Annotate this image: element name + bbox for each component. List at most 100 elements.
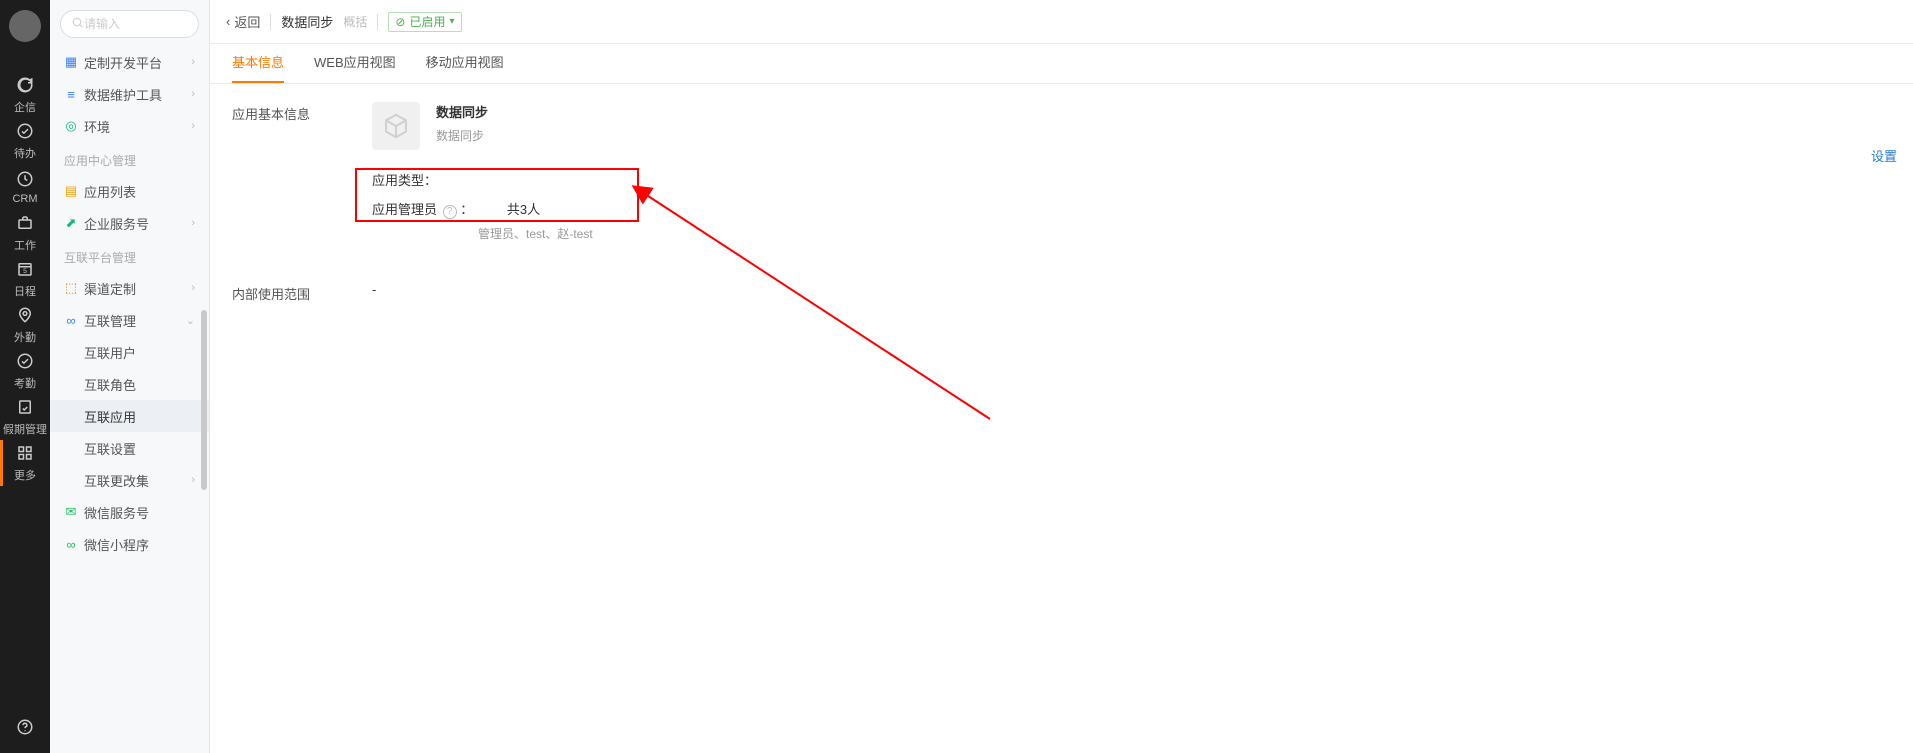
channel-icon: ⬚ [64,280,78,296]
divider [270,14,271,30]
rail-item-qixin[interactable]: 企信 [0,72,50,118]
left-rail: 企信 待办 CRM 工作 5 日程 [0,0,50,753]
help-button[interactable] [0,707,50,747]
sidebar-item-inter-changeset[interactable]: 互联更改集 › [50,464,209,496]
rail-item-gengduo[interactable]: 更多 [0,440,50,486]
row-internal-scope-label: 内部使用范围 [232,282,372,303]
topbar: ‹ 返回 数据同步 概括 ⊘ 已启用 ▾ [210,0,1913,44]
sidebar-item-app-list[interactable]: ▤ 应用列表 [50,175,209,207]
tab-label: 移动应用视图 [426,55,504,70]
colon: ： [460,202,473,217]
globe-icon: ◎ [64,118,78,134]
corp-icon: ⬈ [64,215,78,231]
sidebar: ▦ 定制开发平台 › ≡ 数据维护工具 › ◎ 环境 › 应用中心管理 ▤ 应用… [50,0,210,753]
rail-label: 外勤 [14,329,36,345]
sidebar-item-label: 微信服务号 [84,503,149,522]
rail-item-crm[interactable]: CRM [0,164,50,210]
scrollbar-thumb[interactable] [201,310,207,490]
row-admin-people: 管理员、test、赵-test [478,225,1891,242]
sidebar-item-channel[interactable]: ⬚ 渠道定制 › [50,272,209,304]
bars-icon: ≡ [64,87,78,102]
tab-mobile-view[interactable]: 移动应用视图 [426,52,504,83]
sidebar-group-title: 应用中心管理 [50,142,209,175]
sidebar-item-inter-role[interactable]: 互联角色 [50,368,209,400]
sidebar-group-title: 互联平台管理 [50,239,209,272]
sidebar-item-label: 互联用户 [84,343,136,362]
chat-icon [16,76,34,97]
row-admin-count: 共3人 [507,202,540,217]
avatar[interactable] [9,10,41,42]
page-subtitle: 概括 [343,13,367,30]
page-title: 数据同步 [281,12,333,31]
rail-item-daiban[interactable]: 待办 [0,118,50,164]
status-text: 已启用 [409,13,445,30]
search-input-wrapper[interactable] [60,10,199,38]
check-icon: ⊘ [395,15,405,29]
tab-web-view[interactable]: WEB应用视图 [314,52,396,83]
rail-item-waiqin[interactable]: 外勤 [0,302,50,348]
rail-label: CRM [12,193,37,205]
back-button[interactable]: ‹ 返回 [226,12,260,31]
help-icon[interactable]: ? [443,205,457,219]
wechat-icon: ∞ [64,537,78,552]
tabs: 基本信息 WEB应用视图 移动应用视图 [210,44,1913,84]
sidebar-item-label: 定制开发平台 [84,53,162,72]
sidebar-item-label: 互联应用 [84,407,136,426]
chevron-right-icon: › [191,282,195,294]
chevron-down-icon: ⌄ [186,314,195,327]
rail-label: 工作 [14,237,36,253]
app-card: 数据同步 数据同步 [372,102,1891,150]
vacation-icon [16,398,34,419]
sidebar-item-label: 渠道定制 [84,279,136,298]
clock-icon [16,170,34,191]
chevron-right-icon: › [191,56,195,68]
rail-label: 假期管理 [3,421,47,437]
settings-link[interactable]: 设置 [1871,146,1897,165]
row-app-type-label: 应用类型： [372,173,437,188]
sidebar-item-wechat-service[interactable]: ✉ 微信服务号 [50,496,209,528]
chevron-left-icon: ‹ [226,14,230,29]
tab-label: 基本信息 [232,55,284,70]
search-input[interactable] [84,17,188,31]
rail-item-kaoqin[interactable]: 考勤 [0,348,50,394]
rail-label: 日程 [14,283,36,299]
rail-item-jiaqi[interactable]: 假期管理 [0,394,50,440]
sidebar-item-label: 互联设置 [84,439,136,458]
chevron-down-icon: ▾ [449,16,454,27]
grid-icon: ▦ [64,54,78,70]
pin-icon [16,306,34,327]
sidebar-item-inter-settings[interactable]: 互联设置 [50,432,209,464]
sidebar-item-label: 微信小程序 [84,535,149,554]
row-admin-label: 应用管理员 [372,202,437,217]
sidebar-item-data-tool[interactable]: ≡ 数据维护工具 › [50,78,209,110]
sidebar-item-label: 企业服务号 [84,214,149,233]
attendance-icon [16,352,34,373]
sidebar-item-corp-service[interactable]: ⬈ 企业服务号 › [50,207,209,239]
rail-item-gongzuo[interactable]: 工作 [0,210,50,256]
rail-item-richeng[interactable]: 5 日程 [0,256,50,302]
divider [377,14,378,30]
link-icon: ∞ [64,313,78,328]
sidebar-item-custom-dev[interactable]: ▦ 定制开发平台 › [50,46,209,78]
row-label-blank [232,170,372,172]
rail-label: 企信 [14,99,36,115]
main: ‹ 返回 数据同步 概括 ⊘ 已启用 ▾ 基本信息 WEB应用视图 移动应用视图 [210,0,1913,753]
svg-text:5: 5 [23,267,27,274]
sidebar-item-inter-app[interactable]: 互联应用 [50,400,209,432]
grid-icon [16,444,34,465]
sidebar-item-label: 应用列表 [84,182,136,201]
section-label: 应用基本信息 [232,102,372,123]
sidebar-item-inter-user[interactable]: 互联用户 [50,336,209,368]
status-badge[interactable]: ⊘ 已启用 ▾ [388,12,461,32]
rail-label: 待办 [14,145,36,161]
sidebar-item-interconnect[interactable]: ∞ 互联管理 ⌄ [50,304,209,336]
briefcase-icon [16,214,34,235]
chevron-right-icon: › [191,88,195,100]
sidebar-item-env[interactable]: ◎ 环境 › [50,110,209,142]
row-internal-scope-value: - [372,282,1891,297]
sidebar-item-wechat-miniapp[interactable]: ∞ 微信小程序 [50,528,209,560]
tab-basic-info[interactable]: 基本信息 [232,52,284,83]
chevron-right-icon: › [191,474,195,486]
check-icon [16,122,34,143]
sidebar-item-label: 互联更改集 [84,471,149,490]
